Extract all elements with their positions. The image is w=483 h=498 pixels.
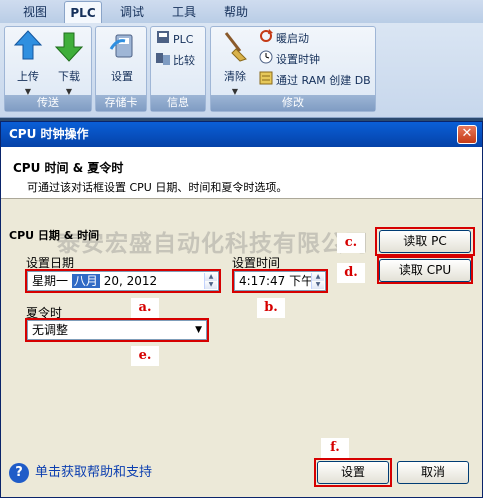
highlight-date [25,269,221,293]
download-arrow-icon [54,32,84,62]
plc-info-button[interactable]: PLC [156,30,193,48]
close-button[interactable]: ✕ [457,125,477,144]
help-link[interactable]: ? 单击获取帮助和支持 [9,461,152,483]
group-transfer-label: 传送 [5,95,91,111]
annotation-b: b. [257,298,285,318]
group-modify-label: 修改 [211,95,375,111]
compare-icon [156,51,170,71]
section-title: CPU 日期 & 时间 [9,229,100,242]
set-clock-button[interactable]: 设置时钟 [259,50,320,68]
upload-label: 上传 [17,70,39,83]
watermark: 泰安宏盛自动化科技有限公司 [57,231,369,257]
group-info: PLC 比较 信息 [150,26,206,112]
group-modify: 清除 ▼ 暖启动 设置时钟 通过 RAM 创建 DB 修改 [210,26,376,112]
tab-debug[interactable]: 调试 [110,1,154,23]
warm-start-button[interactable]: 暖启动 [259,29,309,47]
tab-tools[interactable]: 工具 [162,1,206,23]
help-icon: ? [9,462,29,483]
compare-label: 比较 [173,54,195,67]
upload-arrow-icon [13,30,43,60]
highlight-time [232,269,328,293]
tab-view[interactable]: 视图 [14,1,56,23]
header-description: 可通过该对话框设置 CPU 日期、时间和夏令时选项。 [27,181,288,194]
clock-icon [259,50,273,70]
compare-button[interactable]: 比较 [156,51,195,69]
create-db-button[interactable]: 通过 RAM 创建 DB [259,71,371,89]
tab-plc[interactable]: PLC [64,1,102,23]
tab-help[interactable]: 帮助 [214,1,258,23]
dialog-title: CPU 时钟操作 [9,127,89,141]
plc-info-label: PLC [173,33,194,46]
clear-button[interactable]: 清除 ▼ [215,29,255,97]
highlight-read-pc [375,227,475,256]
warm-start-label: 暖启动 [276,32,309,45]
cpu-clock-dialog: CPU 时钟操作 ✕ CPU 时间 & 夏令时 可通过该对话框设置 CPU 日期… [0,121,483,498]
restart-icon [259,29,273,49]
annotation-a: a. [131,298,159,318]
upload-button[interactable]: 上传 ▼ [9,29,47,97]
group-transfer: 上传 ▼ 下载 ▼ 传送 [4,26,92,112]
database-icon [259,71,273,91]
ribbon: 视图 PLC 调试 工具 帮助 上传 ▼ 下载 ▼ 传送 设置 存储卡 PLC … [0,0,483,118]
dialog-titlebar[interactable]: CPU 时钟操作 ✕ [1,122,482,147]
help-text: 单击获取帮助和支持 [35,465,153,480]
download-label: 下载 [58,70,80,83]
annotation-d: d. [337,263,365,283]
plc-icon [156,30,170,50]
set-clock-label: 设置时钟 [276,53,320,66]
memory-card-icon [109,34,133,58]
download-button[interactable]: 下载 ▼ [49,29,89,97]
annotation-e: e. [131,346,159,366]
memory-card-settings-button[interactable]: 设置 [100,31,144,84]
create-db-label: 通过 RAM 创建 DB [276,74,371,87]
cancel-button[interactable]: 取消 [397,461,469,484]
group-info-label: 信息 [151,95,205,111]
highlight-read-cpu [377,256,473,284]
memory-card-settings-label: 设置 [111,70,133,83]
ribbon-tabbar: 视图 PLC 调试 工具 帮助 [0,0,483,23]
group-memory-card: 设置 存储卡 [95,26,147,112]
group-memory-card-label: 存储卡 [96,95,146,111]
highlight-settings [314,458,392,487]
dialog-header: CPU 时间 & 夏令时 可通过该对话框设置 CPU 日期、时间和夏令时选项。 [1,147,482,199]
highlight-dst [25,318,209,342]
clear-label: 清除 [224,70,246,83]
header-title: CPU 时间 & 夏令时 [13,161,124,175]
annotation-c: c. [337,233,365,253]
eraser-brush-icon [224,32,247,62]
annotation-f: f. [321,438,349,458]
